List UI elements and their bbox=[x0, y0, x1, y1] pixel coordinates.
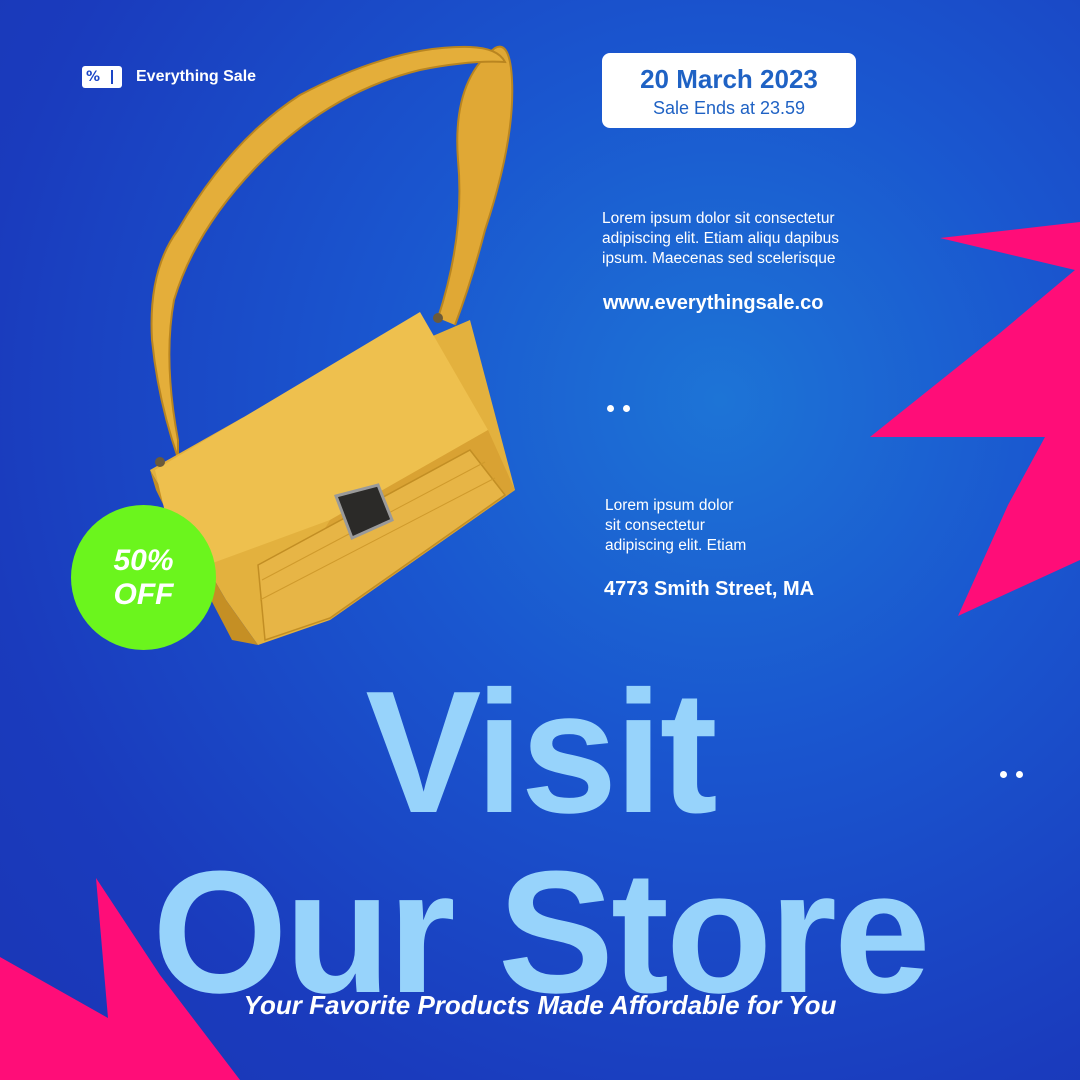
location-line: Lorem ipsum dolor bbox=[605, 497, 734, 514]
brand-name: Everything Sale bbox=[136, 68, 257, 85]
info-line: ipsum. Maecenas sed scelerisque bbox=[602, 250, 836, 267]
sale-date-card: 20 March 2023 Sale Ends at 23.59 bbox=[602, 53, 856, 128]
headline: Visit Our Store bbox=[0, 664, 1080, 1020]
percent-ticket-icon: % bbox=[82, 66, 122, 88]
brand-header: % Everything Sale bbox=[82, 66, 256, 88]
tagline: Your Favorite Products Made Affordable f… bbox=[243, 990, 837, 1020]
location-line: adipiscing elit. Etiam bbox=[605, 537, 747, 554]
store-address: 4773 Smith Street, MA bbox=[604, 578, 815, 600]
location-line: sit consectetur bbox=[605, 517, 705, 534]
pink-starburst-right bbox=[870, 222, 1080, 616]
sale-poster: % Everything Sale 20 March 2023 Sale End… bbox=[0, 0, 1080, 1080]
website-link[interactable]: www.everythingsale.co bbox=[603, 292, 823, 315]
brand-logo-glyph: % bbox=[86, 69, 101, 85]
info-line: adipiscing elit. Etiam aliqu dapibus bbox=[602, 230, 839, 247]
sale-date: 20 March 2023 bbox=[640, 64, 818, 94]
discount-label: OFF bbox=[113, 577, 174, 611]
decorative-dots bbox=[607, 405, 630, 412]
discount-percent: 50% bbox=[113, 543, 174, 577]
info-description: Lorem ipsum dolor sit consectetur adipis… bbox=[602, 209, 902, 269]
location-description: Lorem ipsum dolor sit consectetur adipis… bbox=[605, 496, 805, 556]
sale-end-time: Sale Ends at 23.59 bbox=[652, 98, 806, 118]
discount-badge: 50% OFF bbox=[71, 505, 216, 650]
headline-line-1: Visit bbox=[365, 654, 717, 849]
info-line: Lorem ipsum dolor sit consectetur bbox=[602, 210, 835, 227]
